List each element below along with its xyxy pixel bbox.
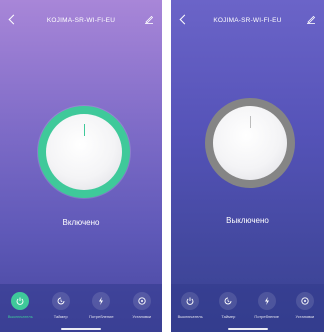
lightning-icon — [92, 292, 111, 310]
nav-timer[interactable]: Таймер — [210, 292, 246, 319]
nav-switch[interactable]: Выключатель — [2, 292, 38, 319]
header: KOJIMA-SR-WI-FI-EU — [171, 0, 324, 40]
power-knob[interactable] — [46, 114, 122, 190]
nav-label: Таймер — [53, 314, 68, 319]
pencil-icon[interactable] — [306, 14, 316, 24]
power-ring — [205, 98, 295, 188]
pencil-icon[interactable] — [144, 14, 154, 24]
screen-on: KOJIMA-SR-WI-FI-EU Включено Выключатель … — [0, 0, 162, 332]
timer-icon — [51, 292, 70, 310]
home-indicator — [227, 328, 268, 330]
nav-label: Установки — [295, 314, 315, 319]
nav-switch[interactable]: Выключатель — [172, 292, 208, 319]
knob-indicator — [83, 124, 85, 136]
lightning-icon — [257, 292, 276, 310]
nav-label: Потребление — [254, 314, 279, 319]
nav-label: Установки — [132, 314, 152, 319]
bottom-nav: Выключатель Таймер Потребление Установки — [0, 284, 162, 332]
timer-icon — [219, 292, 238, 310]
nav-label: Таймер — [221, 314, 236, 319]
power-state-label: Включено — [62, 218, 100, 227]
nav-label: Выключатель — [177, 314, 203, 319]
power-ring — [38, 106, 130, 198]
bottom-nav: Выключатель Таймер Потребление Установки — [171, 284, 324, 332]
power-icon — [181, 292, 200, 310]
nav-settings[interactable]: Установки — [124, 292, 160, 319]
home-indicator — [61, 328, 101, 330]
nav-settings[interactable]: Установки — [287, 292, 323, 319]
settings-icon — [132, 292, 151, 310]
header: KOJIMA-SR-WI-FI-EU — [0, 0, 162, 40]
settings-icon — [295, 292, 314, 310]
power-icon — [11, 292, 30, 310]
nav-consumption[interactable]: Потребление — [83, 292, 119, 319]
nav-timer[interactable]: Таймер — [43, 292, 79, 319]
screen-off: KOJIMA-SR-WI-FI-EU Выключено Выключатель… — [171, 0, 324, 332]
power-state-label: Выключено — [226, 216, 269, 225]
knob-indicator — [249, 116, 251, 128]
nav-label: Потребление — [88, 314, 114, 319]
device-title: KOJIMA-SR-WI-FI-EU — [213, 17, 282, 24]
nav-consumption[interactable]: Потребление — [249, 292, 285, 319]
power-knob[interactable] — [213, 106, 287, 180]
nav-label: Выключатель — [7, 314, 33, 319]
device-title: KOJIMA-SR-WI-FI-EU — [46, 17, 116, 24]
